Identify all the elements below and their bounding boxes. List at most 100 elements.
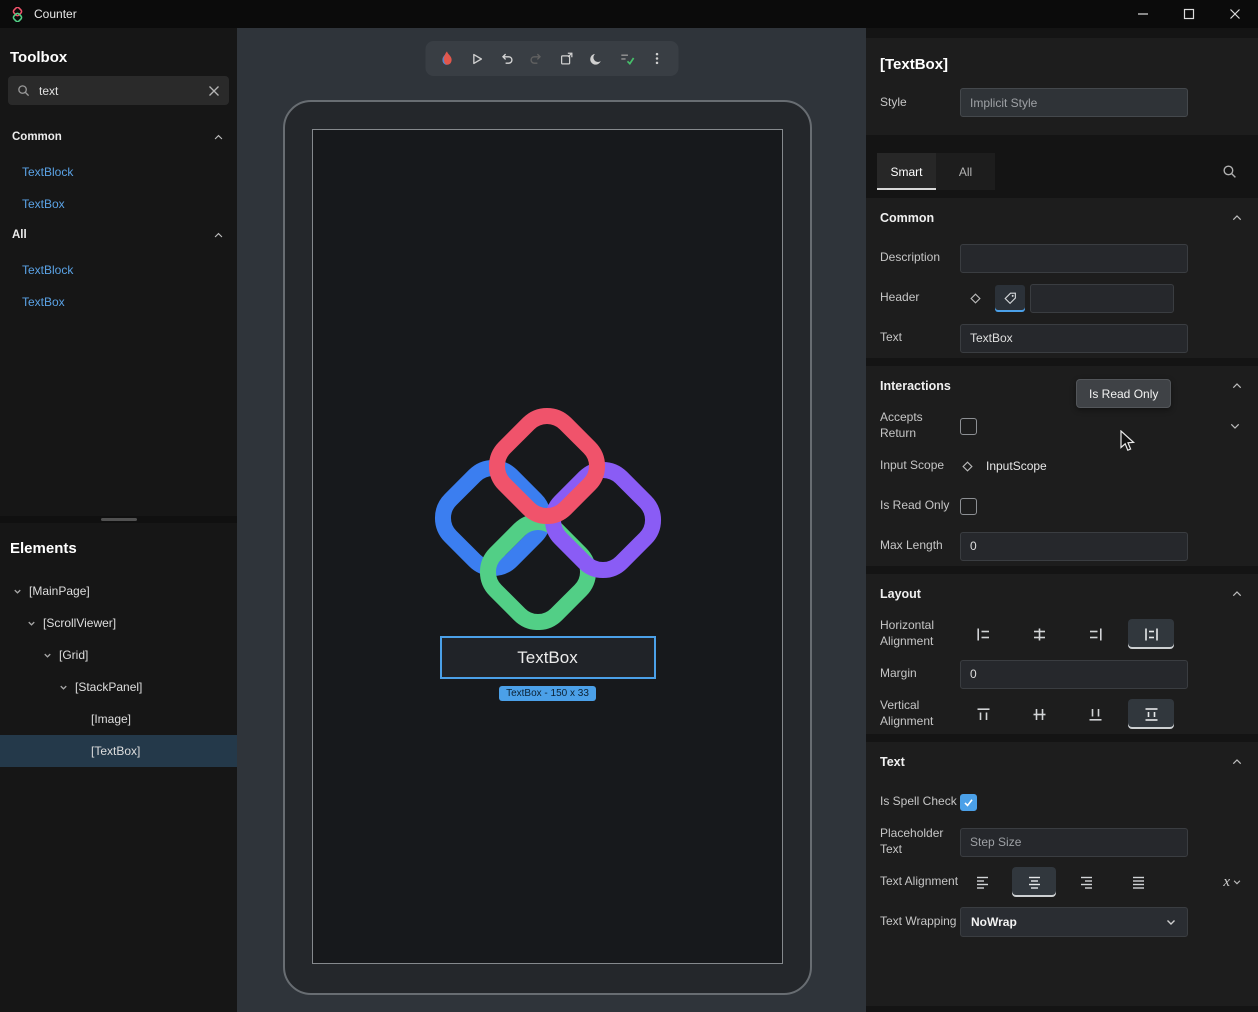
textbox-control[interactable]: TextBox	[440, 636, 656, 679]
panel-splitter[interactable]	[0, 516, 237, 523]
mouse-cursor	[1119, 430, 1137, 454]
left-sidebar: Toolbox Common TextBlock TextBox All Tex…	[0, 28, 237, 1012]
chevron-down-icon[interactable]	[10, 586, 24, 597]
section-common-header[interactable]: Common	[880, 198, 1244, 238]
binding-marker-button[interactable]	[960, 285, 990, 312]
section-text-header[interactable]: Text	[880, 742, 1244, 782]
property-label: Header	[880, 290, 960, 306]
validation-check-icon	[618, 50, 635, 67]
halign-right-button[interactable]	[1072, 619, 1118, 649]
search-icon	[17, 84, 30, 97]
text-wrapping-dropdown[interactable]: NoWrap	[960, 907, 1188, 937]
margin-input[interactable]	[960, 660, 1188, 689]
text-align-right-button[interactable]	[1064, 867, 1108, 897]
tree-item-grid[interactable]: [Grid]	[0, 639, 237, 671]
inspector-header-card: [TextBox] Style	[866, 38, 1258, 135]
device-frame: TextBox TextBox - 150 x 33	[283, 100, 812, 995]
section-layout-header[interactable]: Layout	[880, 574, 1244, 614]
property-row-text: Text	[880, 318, 1244, 358]
tree-item-scrollviewer[interactable]: [ScrollViewer]	[0, 607, 237, 639]
description-input[interactable]	[960, 244, 1188, 273]
chevron-down-icon[interactable]	[56, 682, 70, 693]
valign-top-button[interactable]	[960, 699, 1006, 729]
section-label: All	[12, 229, 27, 241]
clear-search-icon[interactable]	[208, 85, 220, 97]
zoom-to-fit-button[interactable]	[555, 47, 578, 70]
close-button[interactable]	[1212, 0, 1258, 28]
more-options-button[interactable]	[645, 47, 668, 70]
check-icon	[963, 797, 974, 808]
chevron-up-icon[interactable]	[1230, 587, 1244, 601]
toolbox-item-textblock[interactable]: TextBlock	[22, 263, 73, 278]
minimize-button[interactable]	[1120, 0, 1166, 28]
valign-stretch-button[interactable]	[1128, 699, 1174, 729]
hot-reload-button[interactable]	[435, 47, 458, 70]
is-spell-check-checkbox[interactable]	[960, 794, 977, 811]
app-logo-icon	[10, 7, 25, 22]
toolbox-item-textbox[interactable]: TextBox	[22, 197, 65, 212]
valign-center-button[interactable]	[1016, 699, 1062, 729]
section-interactions-header[interactable]: Interactions	[880, 366, 1244, 406]
halign-left-button[interactable]	[960, 619, 1006, 649]
redo-button[interactable]	[525, 47, 548, 70]
selection-size-badge: TextBox - 150 x 33	[499, 686, 596, 701]
theme-toggle-button[interactable]	[585, 47, 608, 70]
text-align-justify-button[interactable]	[1116, 867, 1160, 897]
chevron-down-icon[interactable]	[1228, 419, 1242, 433]
toolbox-item-textbox[interactable]: TextBox	[22, 295, 65, 310]
tag-mode-button[interactable]	[995, 285, 1025, 312]
tree-item-image[interactable]: [Image]	[0, 703, 237, 735]
elements-tree: [MainPage] [ScrollViewer] [Grid] [StackP…	[0, 575, 237, 767]
properties-search-button[interactable]	[1214, 153, 1244, 190]
text-align-center-button[interactable]	[1012, 867, 1056, 897]
splitter-handle[interactable]	[101, 518, 137, 521]
play-button[interactable]	[465, 47, 488, 70]
text-input[interactable]	[960, 324, 1188, 353]
toolbox-item-textblock[interactable]: TextBlock	[22, 165, 73, 180]
toolbox-search-input[interactable]	[39, 84, 199, 98]
undo-button[interactable]	[495, 47, 518, 70]
chevron-down-icon[interactable]	[40, 650, 54, 661]
chevron-up-icon[interactable]	[1230, 379, 1244, 393]
halign-center-button[interactable]	[1016, 619, 1062, 649]
tree-item-stackpanel[interactable]: [StackPanel]	[0, 671, 237, 703]
header-input[interactable]	[1030, 284, 1174, 313]
chevron-up-icon[interactable]	[212, 229, 225, 242]
is-read-only-checkbox[interactable]	[960, 498, 977, 515]
toolbox-search[interactable]	[8, 76, 229, 105]
xbind-dropdown[interactable]: x	[1223, 874, 1244, 891]
chevron-up-icon[interactable]	[1230, 755, 1244, 769]
property-row-description: Description	[880, 238, 1244, 278]
chevron-up-icon[interactable]	[212, 131, 225, 144]
input-scope-value[interactable]: InputScope	[986, 459, 1047, 473]
maximize-button[interactable]	[1166, 0, 1212, 28]
chevron-up-icon[interactable]	[1230, 211, 1244, 225]
chevron-down-icon	[1165, 916, 1177, 928]
accepts-return-checkbox[interactable]	[960, 418, 977, 435]
style-input[interactable]	[960, 88, 1188, 117]
textbox-control-text: TextBox	[517, 648, 577, 668]
diamond-marker-icon[interactable]	[960, 459, 975, 474]
tab-all[interactable]: All	[936, 153, 995, 190]
max-length-input[interactable]	[960, 532, 1188, 561]
tab-smart[interactable]: Smart	[877, 153, 936, 190]
design-canvas[interactable]: TextBox TextBox - 150 x 33	[237, 28, 866, 1012]
tag-icon	[1003, 291, 1018, 306]
property-row-header: Header	[880, 278, 1244, 318]
inspector-title: [TextBox]	[880, 56, 1244, 73]
toolbox-section-all[interactable]: All	[12, 223, 225, 247]
chevron-down-icon[interactable]	[24, 618, 38, 629]
property-row-is-spell-check: Is Spell Check	[880, 782, 1244, 822]
app-image-logo[interactable]	[433, 400, 663, 630]
text-align-left-button[interactable]	[960, 867, 1004, 897]
valign-bottom-button[interactable]	[1072, 699, 1118, 729]
halign-stretch-button[interactable]	[1128, 619, 1174, 649]
tree-item-mainpage[interactable]: [MainPage]	[0, 575, 237, 607]
device-screen[interactable]: TextBox TextBox - 150 x 33	[312, 129, 783, 964]
property-label: Is Read Only	[880, 498, 960, 514]
placeholder-text-input[interactable]	[960, 828, 1188, 857]
property-label: Description	[880, 250, 960, 266]
tree-item-textbox[interactable]: [TextBox]	[0, 735, 237, 767]
toolbox-section-common[interactable]: Common	[12, 125, 225, 149]
validation-button[interactable]	[615, 47, 638, 70]
